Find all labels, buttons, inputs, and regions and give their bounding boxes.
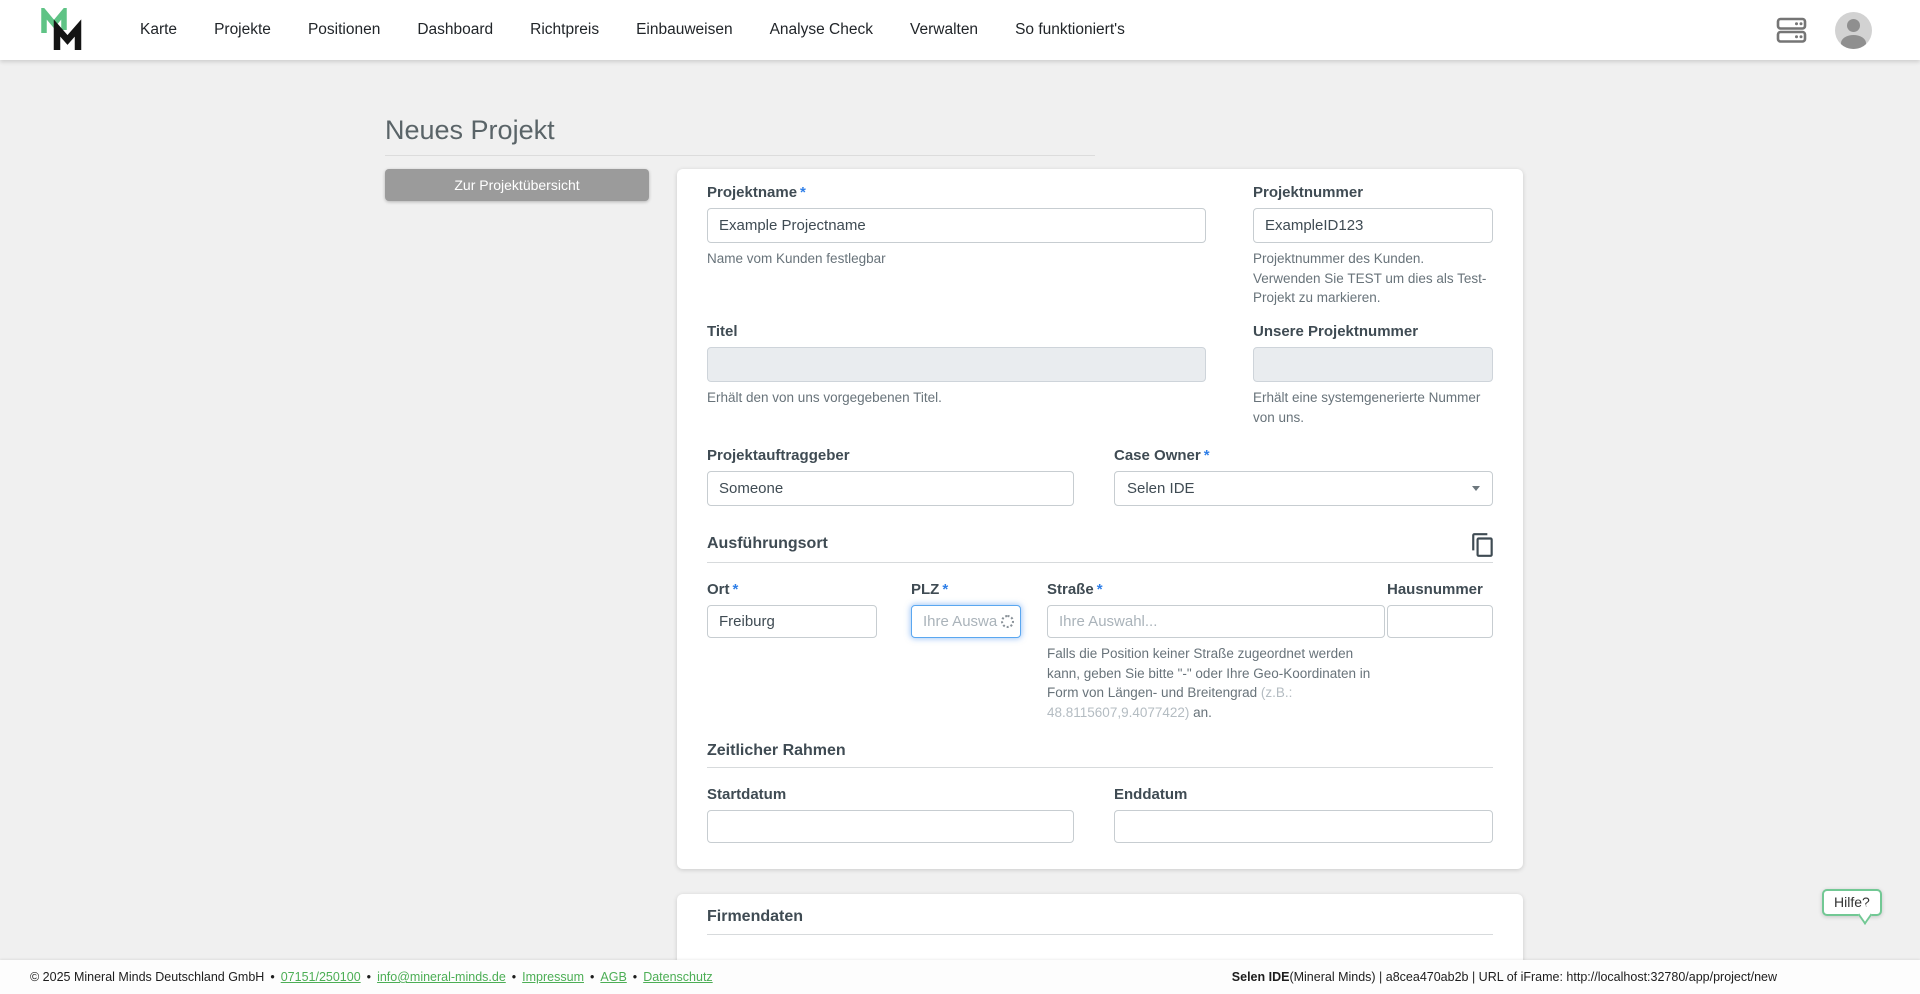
- nav-item-so-funktionierts[interactable]: So funktioniert's: [1015, 21, 1125, 39]
- strasse-helper: Falls die Position keiner Straße zugeord…: [1047, 646, 1371, 720]
- zur-projektuebersicht-button[interactable]: Zur Projektübersicht: [385, 169, 649, 201]
- required-marker: *: [942, 581, 949, 598]
- startdatum-input[interactable]: [707, 810, 1074, 843]
- top-navbar: Karte Projekte Positionen Dashboard Rich…: [0, 0, 1920, 60]
- footer: © 2025 Mineral Minds Deutschland GmbH • …: [0, 960, 1920, 994]
- footer-left: © 2025 Mineral Minds Deutschland GmbH • …: [30, 970, 713, 984]
- nav-item-richtpreis[interactable]: Richtpreis: [530, 21, 599, 39]
- hausnummer-label: Hausnummer: [1387, 581, 1483, 598]
- unsere-projektnummer-input: [1253, 347, 1493, 382]
- startdatum-label: Startdatum: [707, 786, 787, 803]
- required-marker: *: [1096, 581, 1103, 598]
- unsere-projektnummer-label: Unsere Projektnummer: [1253, 323, 1419, 340]
- projektname-input[interactable]: [707, 208, 1206, 243]
- loading-spinner-icon: [1001, 614, 1014, 628]
- nav-item-karte[interactable]: Karte: [140, 21, 177, 39]
- enddatum-input[interactable]: [1114, 810, 1493, 843]
- nav-item-verwalten[interactable]: Verwalten: [910, 21, 978, 39]
- chevron-down-icon: [1472, 486, 1480, 491]
- section-divider: [707, 934, 1493, 935]
- case-owner-select[interactable]: Selen IDE: [1114, 471, 1493, 506]
- section-zeitlicher-rahmen: Zeitlicher Rahmen: [707, 742, 846, 759]
- section-divider: [707, 767, 1493, 768]
- footer-phone-link[interactable]: 07151/250100: [281, 970, 361, 984]
- help-button[interactable]: Hilfe?: [1822, 889, 1882, 916]
- projektnummer-label: Projektnummer: [1253, 184, 1364, 201]
- required-marker: *: [732, 581, 739, 598]
- case-owner-value: Selen IDE: [1127, 480, 1195, 497]
- titel-label: Titel: [707, 323, 738, 340]
- projektname-helper: Name vom Kunden festlegbar: [707, 251, 886, 266]
- footer-session-info: Selen IDE (Mineral Minds) | a8cea470ab2b…: [1232, 960, 1777, 994]
- projektnummer-helper: Projektnummer des Kunden. Verwenden Sie …: [1253, 251, 1487, 306]
- page-title: Neues Projekt: [385, 115, 555, 145]
- projektauftraggeber-input[interactable]: [707, 471, 1074, 506]
- copy-icon[interactable]: [1470, 532, 1496, 558]
- ort-label: Ort *: [707, 581, 739, 598]
- nav-item-projekte[interactable]: Projekte: [214, 21, 271, 39]
- user-avatar[interactable]: [1835, 11, 1872, 49]
- enddatum-label: Enddatum: [1114, 786, 1188, 803]
- nav-item-einbauweisen[interactable]: Einbauweisen: [636, 21, 733, 39]
- footer-copyright: © 2025 Mineral Minds Deutschland GmbH: [30, 970, 265, 984]
- nav-item-dashboard[interactable]: Dashboard: [417, 21, 493, 39]
- footer-email-link[interactable]: info@mineral-minds.de: [377, 970, 506, 984]
- footer-iframe-url: (Mineral Minds) | a8cea470ab2b | URL of …: [1289, 970, 1777, 984]
- nav-item-analyse-check[interactable]: Analyse Check: [770, 21, 873, 39]
- footer-datenschutz-link[interactable]: Datenschutz: [643, 970, 712, 984]
- footer-user: Selen IDE: [1231, 970, 1290, 984]
- section-ausfuehrungsort: Ausführungsort: [707, 535, 828, 552]
- title-divider: [385, 155, 1095, 156]
- strasse-input[interactable]: [1047, 605, 1385, 638]
- strasse-label: Straße *: [1047, 581, 1103, 598]
- case-owner-label: Case Owner *: [1114, 447, 1210, 464]
- server-icon[interactable]: [1776, 16, 1807, 44]
- mineral-minds-logo-icon[interactable]: [40, 8, 86, 52]
- section-firmendaten: Firmendaten: [707, 908, 804, 925]
- projektnummer-input[interactable]: [1253, 208, 1493, 243]
- avatar-head-icon: [1847, 18, 1860, 32]
- plz-label: PLZ *: [911, 581, 949, 598]
- ort-input[interactable]: [707, 605, 877, 638]
- titel-input: [707, 347, 1206, 382]
- unsere-projektnummer-helper: Erhält eine systemgenerierte Nummer von …: [1253, 390, 1481, 425]
- hausnummer-input[interactable]: [1387, 605, 1493, 638]
- titel-helper: Erhält den von uns vorgegebenen Titel.: [707, 390, 942, 405]
- projektauftraggeber-label: Projektauftraggeber: [707, 447, 850, 464]
- avatar-body-icon: [1841, 34, 1866, 49]
- required-marker: *: [800, 184, 806, 201]
- footer-impressum-link[interactable]: Impressum: [522, 970, 584, 984]
- main-nav: Karte Projekte Positionen Dashboard Rich…: [140, 0, 1125, 60]
- projektname-label: Projektname *: [707, 184, 806, 201]
- project-form-card: Projektname* Name vom Kunden festlegbar …: [677, 169, 1523, 869]
- section-divider: [707, 562, 1493, 563]
- nav-item-positionen[interactable]: Positionen: [308, 21, 380, 39]
- footer-agb-link[interactable]: AGB: [600, 970, 626, 984]
- required-marker: *: [1203, 447, 1210, 464]
